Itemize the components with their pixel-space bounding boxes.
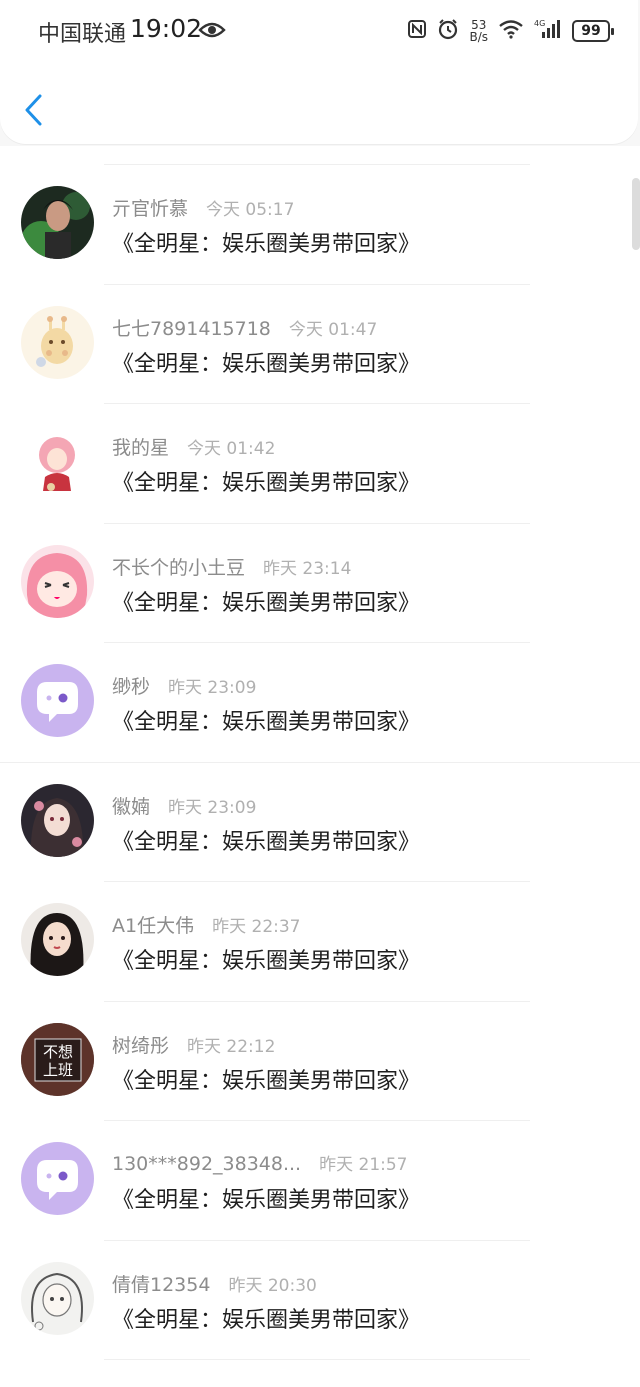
svg-text:不想: 不想 xyxy=(43,1043,73,1061)
avatar[interactable] xyxy=(21,1261,94,1335)
timestamp: 昨天 23:09 xyxy=(168,797,257,818)
comment-meta: 七七7891415718 今天 01:47 xyxy=(112,314,377,341)
username[interactable]: 徽婻 xyxy=(112,796,150,818)
timestamp: 昨天 23:09 xyxy=(168,678,257,698)
comment-text: 《全明星：娱乐圈美男带回家》 xyxy=(112,1307,421,1333)
net-speed-unit: B/s xyxy=(469,30,488,44)
comment-item[interactable]: 亓官忻慕 今天 05:17 《全明星：娱乐圈美男带回家》 xyxy=(0,146,640,265)
wifi-icon xyxy=(498,19,524,43)
avatar[interactable] xyxy=(21,544,94,618)
comment-text: 《全明星：娱乐圈美男带回家》 xyxy=(112,949,421,974)
username[interactable]: 树绮彤 xyxy=(112,1035,169,1057)
comment-meta: 我的星 今天 01:42 xyxy=(112,433,275,460)
svg-text:上班: 上班 xyxy=(43,1061,73,1079)
timestamp: 今天 05:17 xyxy=(206,200,295,220)
alarm-icon xyxy=(437,18,459,44)
comment-text: 《全明星：娱乐圈美男带回家》 xyxy=(112,1188,421,1213)
timestamp: 今天 01:42 xyxy=(187,439,276,459)
comment-item[interactable]: 徽婻 昨天 23:09 《全明星：娱乐圈美男带回家》 xyxy=(0,744,640,863)
comment-meta: A1任大伟 昨天 22:37 xyxy=(112,911,301,938)
timestamp: 昨天 20:30 xyxy=(228,1275,317,1296)
username[interactable]: 七七7891415718 xyxy=(112,318,271,340)
battery-indicator: 99 xyxy=(572,20,614,42)
avatar[interactable] xyxy=(21,664,94,737)
header: 中国联通 19:02 53 B/s 4G 99 xyxy=(0,0,638,144)
timestamp: 昨天 23:14 xyxy=(263,558,352,579)
eye-icon xyxy=(198,20,226,44)
avatar[interactable] xyxy=(21,1142,94,1215)
username[interactable]: A1任大伟 xyxy=(112,915,194,937)
comment-meta: 130***892_38348... 昨天 21:57 xyxy=(112,1150,408,1175)
comment-text: 《全明星：娱乐圈美男带回家》 xyxy=(112,829,421,855)
comment-meta: 缈秒 昨天 23:09 xyxy=(112,672,256,699)
avatar[interactable] xyxy=(21,305,94,379)
carrier-label: 中国联通 xyxy=(38,22,127,47)
comment-item[interactable]: 倩倩12354 昨天 20:30 《全明星：娱乐圈美男带回家》 xyxy=(0,1222,640,1341)
username[interactable]: 亓官忻慕 xyxy=(112,198,188,220)
comment-item[interactable]: 不想 上班 树绮彤 昨天 22:12 《全明星：娱乐圈美男带回家》 xyxy=(0,983,640,1102)
comment-text: 《全明星：娱乐圈美男带回家》 xyxy=(112,1068,421,1094)
timestamp: 昨天 22:12 xyxy=(187,1036,276,1057)
username[interactable]: 130***892_38348... xyxy=(112,1153,301,1175)
avatar[interactable] xyxy=(21,903,94,976)
avatar[interactable] xyxy=(21,783,94,857)
separator xyxy=(104,1359,530,1360)
comment-meta: 亓官忻慕 今天 05:17 xyxy=(112,194,294,221)
comment-item[interactable]: A1任大伟 昨天 22:37 《全明星：娱乐圈美男带回家》 xyxy=(0,863,640,982)
avatar[interactable] xyxy=(21,425,94,498)
status-bar: 中国联通 19:02 53 B/s 4G 99 xyxy=(0,12,640,52)
username[interactable]: 我的星 xyxy=(112,437,169,459)
comment-text: 《全明星：娱乐圈美男带回家》 xyxy=(112,710,421,735)
nfc-icon xyxy=(407,19,427,43)
comment-meta: 徽婻 昨天 23:09 xyxy=(112,792,256,819)
comment-text: 《全明星：娱乐圈美男带回家》 xyxy=(112,471,421,496)
comment-meta: 树绮彤 昨天 22:12 xyxy=(112,1031,275,1058)
comment-item[interactable]: 不长个的小土豆 昨天 23:14 《全明星：娱乐圈美男带回家》 xyxy=(0,505,640,624)
avatar[interactable]: 不想 上班 xyxy=(21,1022,94,1096)
username[interactable]: 缈秒 xyxy=(112,676,150,698)
avatar[interactable] xyxy=(21,186,94,259)
back-button[interactable] xyxy=(20,90,50,130)
clock: 19:02 xyxy=(130,14,203,43)
signal-icon: 4G xyxy=(534,18,562,44)
username[interactable]: 倩倩12354 xyxy=(112,1274,210,1296)
comment-item[interactable]: 缈秒 昨天 23:09 《全明星：娱乐圈美男带回家》 xyxy=(0,624,640,743)
svg-text:4G: 4G xyxy=(534,19,545,28)
comment-text: 《全明星：娱乐圈美男带回家》 xyxy=(112,232,421,257)
timestamp: 昨天 21:57 xyxy=(319,1155,408,1175)
net-speed: 53 B/s xyxy=(469,19,488,43)
comment-item[interactable]: 七七7891415718 今天 01:47 《全明星：娱乐圈美男带回家》 xyxy=(0,266,640,385)
comment-text: 《全明星：娱乐圈美男带回家》 xyxy=(112,590,421,616)
chevron-left-icon xyxy=(25,94,42,126)
timestamp: 昨天 22:37 xyxy=(212,917,301,937)
comment-text: 《全明星：娱乐圈美男带回家》 xyxy=(112,351,421,377)
comment-meta: 倩倩12354 昨天 20:30 xyxy=(112,1270,317,1297)
timestamp: 今天 01:47 xyxy=(288,319,378,340)
comment-meta: 不长个的小土豆 昨天 23:14 xyxy=(112,553,351,580)
comment-item[interactable]: 130***892_38348... 昨天 21:57 《全明星：娱乐圈美男带回家》 xyxy=(0,1102,640,1221)
comment-item[interactable]: 我的星 今天 01:42 《全明星：娱乐圈美男带回家》 xyxy=(0,385,640,504)
username[interactable]: 不长个的小土豆 xyxy=(112,557,245,579)
